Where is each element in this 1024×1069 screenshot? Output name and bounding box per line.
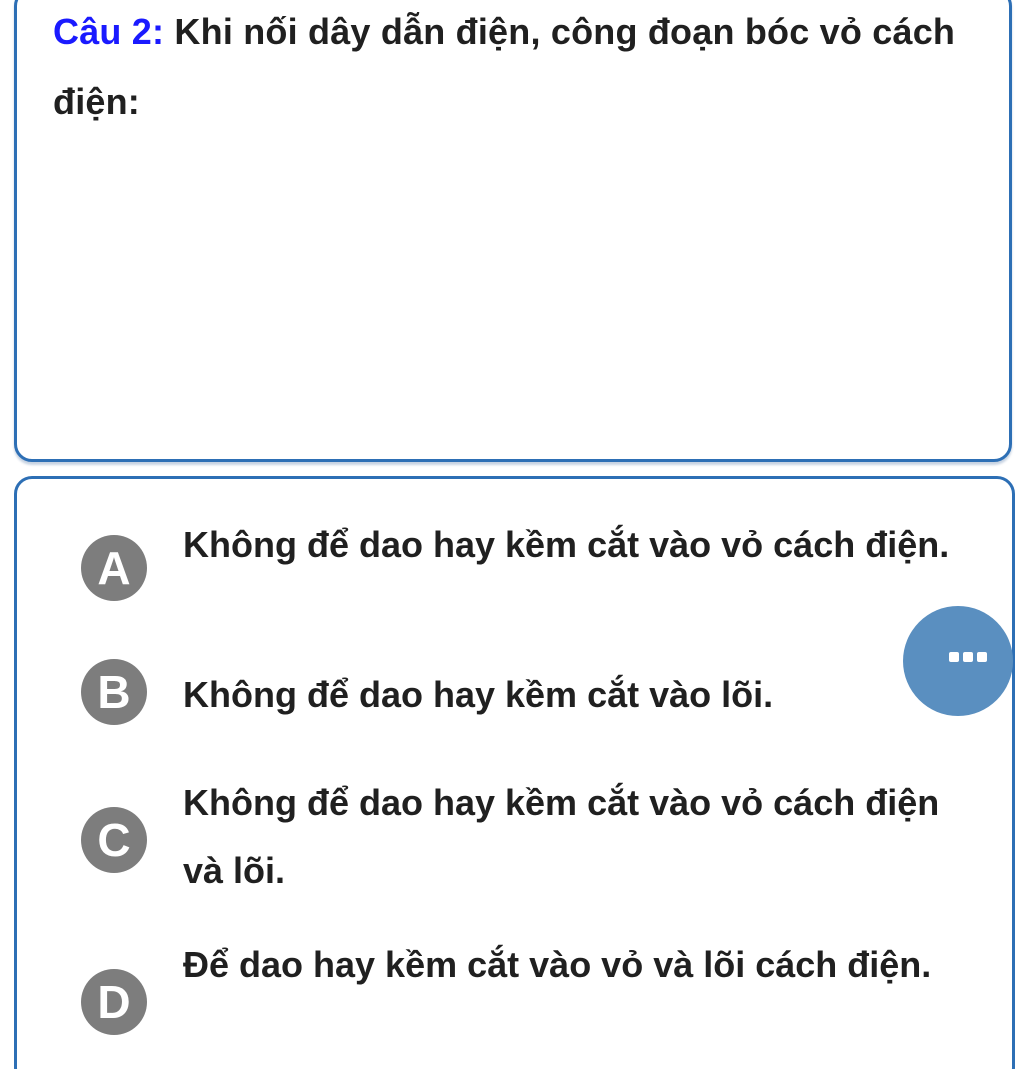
quiz-page: Câu 2: Khi nối dây dẫn điện, công đoạn b…	[0, 0, 1024, 1069]
option-c-text: Không để dao hay kềm cắt vào vỏ cách điệ…	[183, 782, 940, 891]
option-d-badge: D	[81, 969, 147, 1035]
option-a-text: Không để dao hay kềm cắt vào vỏ cách điệ…	[183, 524, 950, 565]
option-d-text: Để dao hay kềm cắt vào vỏ và lõi cách đi…	[183, 944, 932, 985]
option-c[interactable]: C Không để dao hay kềm cắt vào vỏ cách đ…	[17, 769, 1017, 909]
option-a[interactable]: A Không để dao hay kềm cắt vào vỏ cách đ…	[17, 499, 1017, 639]
answers-card: A Không để dao hay kềm cắt vào vỏ cách đ…	[14, 476, 1015, 1069]
option-b-text: Không để dao hay kềm cắt vào lõi.	[183, 674, 774, 715]
option-a-badge: A	[81, 535, 147, 601]
more-options-button[interactable]	[903, 606, 1013, 716]
question-body: Khi nối dây dẫn điện, công đoạn bóc vỏ c…	[53, 11, 956, 122]
question-card: Câu 2: Khi nối dây dẫn điện, công đoạn b…	[14, 0, 1012, 462]
option-d[interactable]: D Để dao hay kềm cắt vào vỏ và lõi cách …	[17, 931, 1017, 1069]
option-b-badge: B	[81, 659, 147, 725]
more-horizontal-icon	[949, 652, 987, 662]
option-b[interactable]: B Không để dao hay kềm cắt vào lõi.	[17, 659, 1017, 739]
option-c-badge: C	[81, 807, 147, 873]
question-text: Câu 2: Khi nối dây dẫn điện, công đoạn b…	[53, 0, 1013, 137]
question-number: Câu 2:	[53, 11, 165, 52]
